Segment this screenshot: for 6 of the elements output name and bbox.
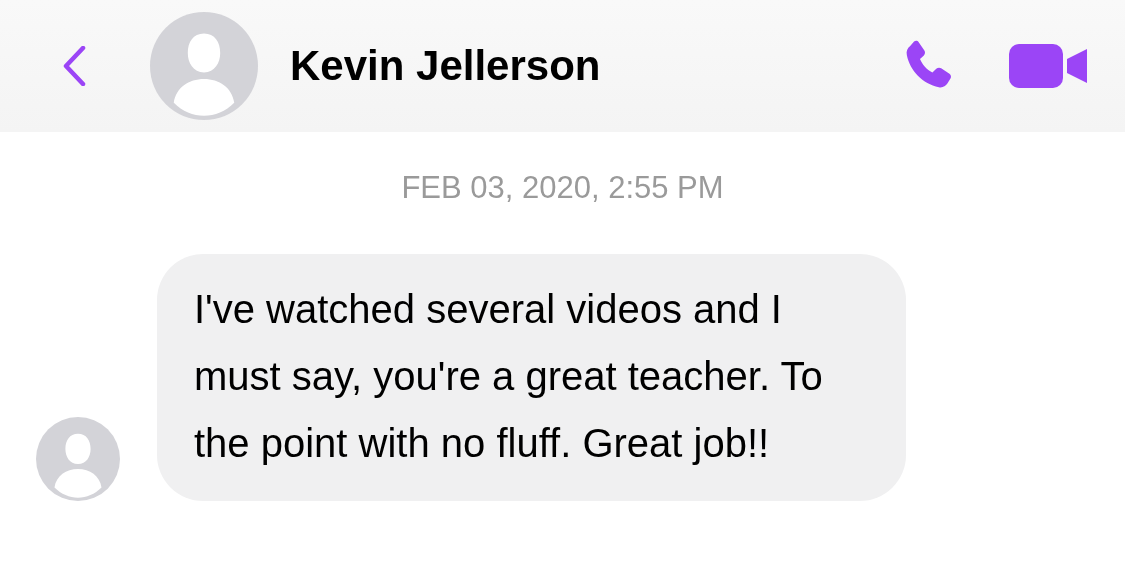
message-bubble: I've watched several videos and I must say, you're a great teacher. To the point with no fluff. Great job!! bbox=[157, 254, 906, 501]
avatar-icon bbox=[36, 417, 120, 501]
message-timestamp: FEB 03, 2020, 2:55 PM bbox=[401, 170, 724, 207]
contact-name: Kevin Jellerson bbox=[290, 42, 601, 90]
back-icon[interactable] bbox=[62, 46, 86, 86]
video-camera-icon[interactable] bbox=[1009, 44, 1089, 88]
